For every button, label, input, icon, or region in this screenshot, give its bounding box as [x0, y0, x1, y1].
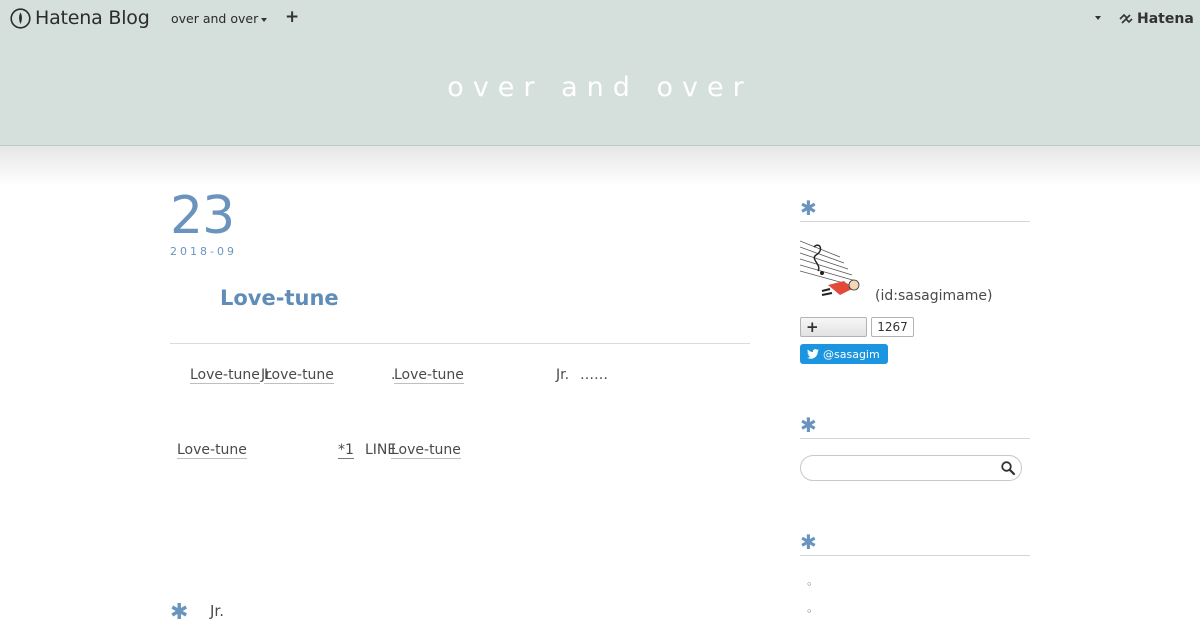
- keyword-link[interactable]: Love-tune: [177, 442, 247, 459]
- entry-paragraph-1: Love-tune: [190, 367, 260, 384]
- footnote-wrapper: *1: [338, 442, 354, 459]
- entry-date-year-month[interactable]: 2018-09: [170, 245, 237, 258]
- keyword-link[interactable]: Love-tune: [264, 367, 334, 384]
- sidebar-archive-heading: ✱: [800, 532, 1030, 556]
- banner-shadow: [0, 146, 1200, 186]
- asterisk-icon: ✱: [800, 196, 817, 220]
- blog-title[interactable]: over and over: [0, 72, 1200, 103]
- blog-menu-dropdown[interactable]: over and over: [171, 11, 268, 26]
- profile-id[interactable]: (id:sasagimame): [875, 288, 992, 304]
- keyword-link-wrapper: Love-tune: [391, 442, 461, 459]
- add-entry-button[interactable]: +: [285, 9, 299, 26]
- keyword-link-wrapper: Love-tune: [264, 367, 334, 384]
- entry-title[interactable]: Love-tune: [220, 286, 339, 310]
- twitter-handle: @sasagim: [823, 347, 880, 361]
- hatena-cloud-icon: [1119, 13, 1133, 24]
- keyword-link[interactable]: Love-tune: [394, 367, 464, 384]
- avatar-illustration: [799, 237, 864, 301]
- keyword-link-wrapper: Love-tune: [394, 367, 464, 384]
- entry-date-day[interactable]: 23: [170, 186, 235, 246]
- entry-divider: [170, 343, 750, 344]
- blog-menu-label: over and over: [171, 11, 259, 26]
- global-header: Hatena Blog over and over + Hatena: [0, 0, 1200, 38]
- footnote-link[interactable]: *1: [338, 442, 354, 459]
- asterisk-icon: ✱: [800, 413, 817, 437]
- sidebar-search-heading: ✱: [800, 415, 1030, 439]
- hatena-blog-icon: [10, 7, 31, 29]
- keyword-link[interactable]: Love-tune: [190, 367, 260, 384]
- search-field: [800, 455, 1022, 481]
- caret-down-icon: [261, 17, 268, 22]
- archive-list-item[interactable]: ◦: [806, 605, 813, 618]
- search-icon[interactable]: [1000, 460, 1016, 476]
- search-input[interactable]: [809, 459, 994, 477]
- avatar[interactable]: [799, 237, 864, 301]
- section-heading-icon: ✱: [170, 600, 189, 625]
- subscriber-count: 1267: [871, 317, 914, 337]
- twitter-follow-button[interactable]: @sasagim: [800, 344, 888, 364]
- user-menu-caret-icon[interactable]: [1095, 16, 1101, 20]
- subscribe-button[interactable]: +: [800, 317, 867, 337]
- hatena-link[interactable]: Hatena: [1118, 11, 1194, 27]
- asterisk-icon: ✱: [800, 530, 817, 554]
- twitter-bird-icon: [807, 349, 819, 359]
- entry-paragraph-2: Love-tune: [177, 442, 247, 459]
- archive-list-item[interactable]: ◦: [806, 578, 813, 591]
- hatena-label: Hatena: [1137, 11, 1194, 27]
- hatena-blog-logo[interactable]: Hatena Blog: [10, 7, 150, 29]
- text-fragment: ……: [580, 367, 608, 383]
- section-heading: Jr.: [210, 602, 224, 620]
- logo-text: Hatena Blog: [35, 7, 150, 29]
- plus-icon: +: [806, 318, 819, 336]
- sidebar-profile-heading: ✱: [800, 198, 1030, 222]
- keyword-link[interactable]: Love-tune: [391, 442, 461, 459]
- text-fragment: Jr.: [556, 367, 570, 383]
